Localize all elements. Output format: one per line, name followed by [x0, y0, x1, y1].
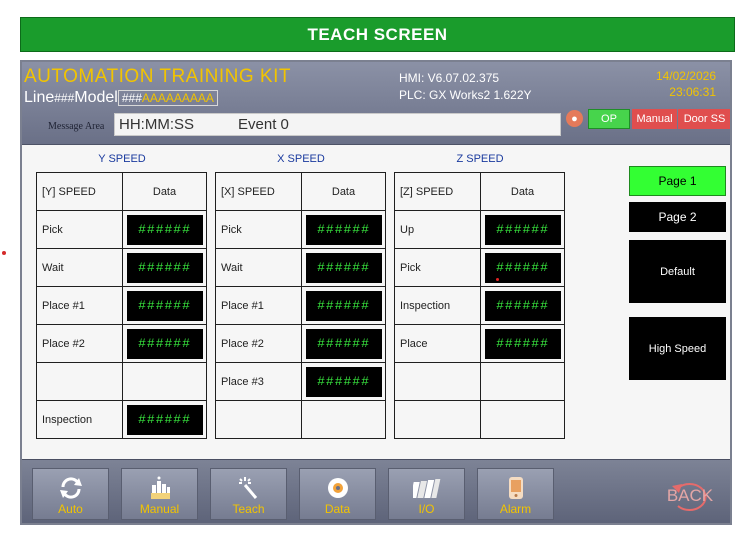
nav-data-button[interactable]: Data	[299, 468, 376, 520]
user-icon[interactable]: ●	[566, 110, 583, 127]
table-row-label: Place #2	[215, 324, 302, 363]
disc-icon	[323, 476, 353, 500]
empty-cell	[394, 362, 481, 401]
table-row-label: Inspection	[394, 286, 481, 325]
back-button[interactable]: BACK	[664, 478, 716, 514]
table-row-label: Pick	[215, 210, 302, 249]
empty-cell	[122, 362, 207, 401]
table-row-label: Place #3	[215, 362, 302, 401]
speed-value-field[interactable]: ######	[305, 366, 382, 397]
empty-cell	[480, 362, 565, 401]
nav-label: I/O	[418, 502, 435, 516]
speed-value-field[interactable]: ######	[484, 328, 561, 359]
datetime: 14/02/2026 23:06:31	[656, 68, 716, 100]
empty-cell	[301, 400, 386, 439]
header-bar: AUTOMATION TRAINING KIT Line###Model ###A…	[22, 62, 730, 145]
speed-value-field[interactable]: ######	[126, 214, 203, 245]
z-speed-col-header: [Z] SPEED	[394, 172, 481, 211]
empty-cell	[394, 400, 481, 439]
nav-manual-button[interactable]: Manual	[121, 468, 198, 520]
hand-icon	[145, 476, 175, 500]
x-speed-table: [X] SPEED Data Pick ###### Wait ###### Plac…	[215, 172, 386, 439]
speed-value-field[interactable]: ######	[305, 214, 382, 245]
speed-value-field[interactable]: ######	[126, 404, 203, 435]
default-button[interactable]: Default	[629, 240, 726, 303]
nav-auto-button[interactable]: Auto	[32, 468, 109, 520]
speed-value-field[interactable]: ######	[484, 214, 561, 245]
manual-status-badge: Manual	[632, 109, 677, 129]
nav-label: Alarm	[499, 502, 532, 516]
hmi-version: HMI: V6.07.02.375	[399, 71, 500, 85]
x-data-col-header: Data	[301, 172, 386, 211]
nav-label: Teach	[232, 502, 265, 516]
refresh-icon	[56, 476, 86, 500]
footer-nav-bar: Auto Manual Teach Data I/O Alarm BACK	[22, 459, 730, 523]
table-row-label: Place #1	[215, 286, 302, 325]
y-speed-table: [Y] SPEED Data Pick ###### Wait ###### Plac…	[36, 172, 207, 439]
stray-red-dot	[2, 251, 6, 255]
empty-cell	[215, 400, 302, 439]
plc-version: PLC: GX Works2 1.622Y	[399, 88, 532, 102]
app-title: AUTOMATION TRAINING KIT	[24, 66, 291, 87]
nav-alarm-button[interactable]: Alarm	[477, 468, 554, 520]
speed-value-field[interactable]: ######	[305, 290, 382, 321]
message-time: HH:MM:SS	[119, 116, 194, 133]
y-speed-col-header: [Y] SPEED	[36, 172, 123, 211]
door-status-badge: Door SS	[678, 109, 730, 129]
speed-value-field[interactable]: ######	[305, 328, 382, 359]
table-row-label: Pick	[36, 210, 123, 249]
page-1-button[interactable]: Page 1	[629, 166, 726, 196]
page-2-button[interactable]: Page 2	[629, 202, 726, 232]
speed-value-field[interactable]: ######	[484, 290, 561, 321]
table-row-label: Up	[394, 210, 481, 249]
message-event: Event 0	[238, 116, 289, 133]
table-row-label: Wait	[36, 248, 123, 287]
nav-teach-button[interactable]: Teach	[210, 468, 287, 520]
table-row-label: Place #1	[36, 286, 123, 325]
message-area-label: Message Area	[48, 121, 105, 132]
phone-icon	[501, 476, 531, 500]
table-row-label: Wait	[215, 248, 302, 287]
wand-icon	[234, 476, 264, 500]
y-speed-title: Y SPEED	[98, 153, 146, 165]
z-data-col-header: Data	[480, 172, 565, 211]
model-label: Model	[74, 89, 118, 106]
nav-label: Auto	[58, 502, 83, 516]
table-row-label: Pick	[394, 248, 481, 287]
speed-value-field[interactable]: ######	[126, 252, 203, 283]
table-row-label: Place #2	[36, 324, 123, 363]
model-value: ###AAAAAAAAA	[117, 90, 218, 106]
screen-title-banner: TEACH SCREEN	[20, 17, 735, 52]
version-info: HMI: V6.07.02.375 PLC: GX Works2 1.622Y	[399, 70, 532, 104]
cards-icon	[412, 476, 442, 500]
table-row-label: Inspection	[36, 400, 123, 439]
back-label: BACK	[666, 486, 714, 505]
op-status-badge: OP	[588, 109, 630, 129]
empty-cell	[36, 362, 123, 401]
z-speed-table: [Z] SPEED Data Up ###### Pick ###### Inspec…	[394, 172, 565, 439]
time-text: 23:06:31	[669, 85, 716, 99]
nav-label: Manual	[139, 502, 180, 516]
cursor-marker-dot	[496, 278, 499, 281]
table-row-label: Place	[394, 324, 481, 363]
date-text: 14/02/2026	[655, 69, 716, 83]
speed-value-field[interactable]: ######	[126, 290, 203, 321]
line-label: Line	[24, 89, 55, 106]
nav-label: Data	[324, 502, 351, 516]
speed-value-field[interactable]: ######	[126, 328, 203, 359]
high-speed-button[interactable]: High Speed	[629, 317, 726, 380]
line-value: ###	[54, 91, 75, 105]
speed-value-field[interactable]: ######	[305, 252, 382, 283]
x-speed-title: X SPEED	[277, 153, 325, 165]
hmi-panel: AUTOMATION TRAINING KIT Line###Model ###A…	[20, 60, 732, 525]
message-area: HH:MM:SS Event 0	[114, 113, 561, 136]
empty-cell	[480, 400, 565, 439]
line-model-info: Line###Model ###AAAAAAAAA	[24, 89, 218, 107]
x-speed-col-header: [X] SPEED	[215, 172, 302, 211]
y-data-col-header: Data	[122, 172, 207, 211]
nav-io-button[interactable]: I/O	[388, 468, 465, 520]
z-speed-title: Z SPEED	[456, 153, 504, 165]
